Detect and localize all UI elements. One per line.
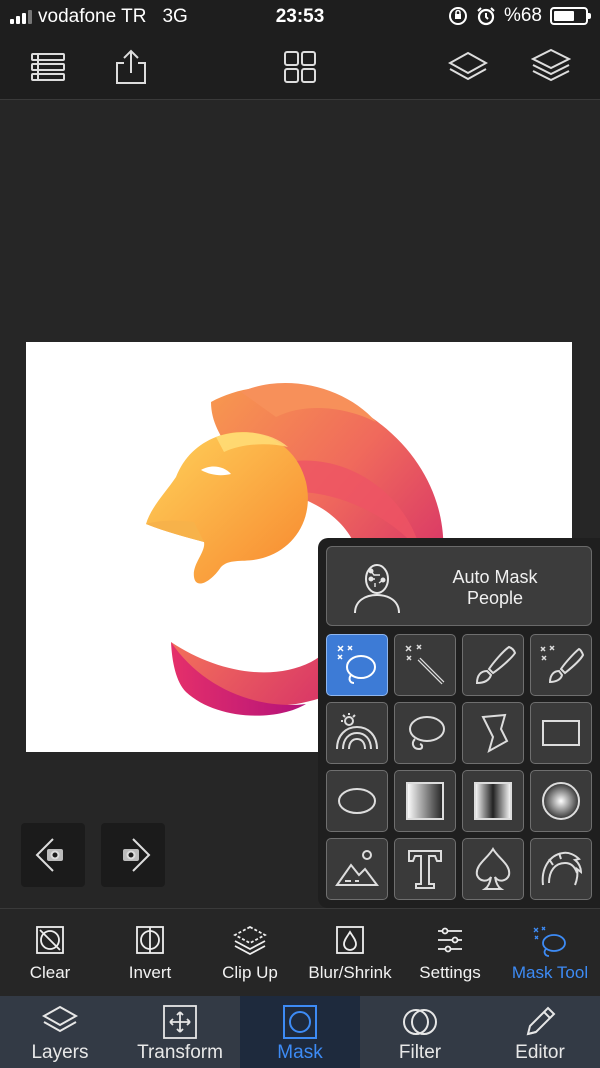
auto-mask-label: Auto Mask People — [427, 567, 563, 609]
lasso-tool[interactable] — [394, 702, 456, 764]
ellipse-tool[interactable] — [326, 770, 388, 832]
text-mask-tool[interactable] — [394, 838, 456, 900]
smart-brush-tool[interactable] — [530, 634, 592, 696]
tab-layers[interactable]: Layers — [0, 996, 120, 1068]
smart-brush-icon — [540, 645, 585, 684]
layers-list-icon[interactable] — [25, 44, 71, 90]
blur-shrink-button[interactable]: Blur/Shrink — [300, 909, 400, 997]
orientation-lock-icon — [448, 7, 467, 25]
status-right: %68 — [448, 5, 591, 27]
clip-up-button[interactable]: Clip Up — [200, 909, 300, 997]
mask-tool-grid — [326, 634, 592, 900]
tab-mask-label: Mask — [277, 1042, 323, 1063]
invert-icon — [136, 926, 164, 954]
tab-transform[interactable]: Transform — [120, 996, 240, 1068]
auto-mask-line2: People — [466, 588, 524, 608]
text-t-icon — [408, 850, 442, 889]
landscape-shape-tool[interactable] — [326, 838, 388, 900]
auto-mask-people-button[interactable]: Auto Mask People — [326, 546, 592, 626]
invert-label: Invert — [128, 963, 172, 982]
lasso-select-icon — [337, 645, 376, 684]
blur-icon — [336, 926, 364, 954]
status-bar: vodafone TR 3G 23:53 %68 — [0, 0, 600, 34]
mask-icon — [283, 1005, 317, 1039]
clip-up-label: Clip Up — [222, 963, 278, 982]
brush-tool[interactable] — [462, 634, 524, 696]
layers-icon — [41, 1005, 79, 1033]
magic-wand-icon — [405, 644, 445, 685]
sliders-icon — [438, 927, 462, 953]
auto-mask-line1: Auto Mask — [452, 567, 538, 587]
bottom-tab-bar: Layers Transform Mask Filter Editor — [0, 996, 600, 1068]
landscape-icon — [335, 850, 379, 886]
ellipse-icon — [338, 788, 376, 814]
share-icon[interactable] — [108, 44, 154, 90]
sky-select-tool[interactable] — [326, 702, 388, 764]
redo-button[interactable] — [101, 823, 165, 887]
redo-icon — [123, 838, 151, 872]
tab-mask[interactable]: Mask — [240, 996, 360, 1068]
layers-multi-icon[interactable] — [528, 44, 574, 90]
blur-shrink-label: Blur/Shrink — [308, 963, 392, 982]
hair-icon — [541, 851, 583, 886]
settings-label: Settings — [419, 963, 481, 982]
spade-icon — [475, 847, 511, 890]
tab-layers-label: Layers — [31, 1042, 89, 1063]
mirror-gradient-icon — [474, 782, 512, 820]
spade-shape-tool[interactable] — [462, 838, 524, 900]
mask-tool-panel: Auto Mask People — [318, 538, 600, 908]
tab-filter-label: Filter — [398, 1042, 442, 1063]
rectangle-tool[interactable] — [530, 702, 592, 764]
undo-button[interactable] — [21, 823, 85, 887]
hair-mask-tool[interactable] — [530, 838, 592, 900]
battery-percent: %68 — [503, 5, 542, 26]
mask-tool-label: Mask Tool — [511, 963, 589, 982]
tab-editor-label: Editor — [515, 1042, 565, 1063]
clear-label: Clear — [29, 963, 71, 982]
undo-icon — [35, 838, 63, 872]
rectangle-icon — [542, 720, 580, 746]
mask-action-bar: Clear Invert Clip Up Blur/Shrink Setting… — [0, 908, 600, 996]
clear-button[interactable]: Clear — [0, 909, 100, 997]
mask-tool-button[interactable]: Mask Tool — [500, 909, 600, 997]
radial-gradient-tool[interactable] — [530, 770, 592, 832]
lasso-select-tool[interactable] — [326, 634, 388, 696]
polygon-lasso-icon — [481, 713, 509, 754]
lasso-icon — [409, 716, 445, 751]
mask-tool-icon — [533, 926, 566, 957]
invert-button[interactable]: Invert — [100, 909, 200, 997]
sky-icon — [336, 713, 378, 750]
clear-icon — [36, 926, 64, 954]
tab-editor[interactable]: Editor — [480, 996, 600, 1068]
mirror-gradient-tool[interactable] — [462, 770, 524, 832]
settings-button[interactable]: Settings — [400, 909, 500, 997]
brush-icon — [475, 645, 517, 685]
tab-transform-label: Transform — [137, 1042, 223, 1063]
magic-wand-tool[interactable] — [394, 634, 456, 696]
pencil-icon — [526, 1006, 556, 1036]
linear-gradient-tool[interactable] — [394, 770, 456, 832]
radial-gradient-icon — [542, 782, 580, 820]
polygon-lasso-tool[interactable] — [462, 702, 524, 764]
person-face-icon — [354, 564, 400, 614]
grid-icon[interactable] — [277, 44, 323, 90]
transform-icon — [163, 1005, 197, 1039]
linear-gradient-icon — [406, 782, 444, 820]
tab-filter[interactable]: Filter — [360, 996, 480, 1068]
alarm-icon — [477, 7, 495, 26]
layer-stack-icon[interactable] — [445, 44, 491, 90]
filter-icon — [403, 1009, 437, 1035]
battery-icon — [550, 7, 591, 25]
clip-up-icon — [233, 925, 267, 955]
top-toolbar — [0, 34, 600, 100]
